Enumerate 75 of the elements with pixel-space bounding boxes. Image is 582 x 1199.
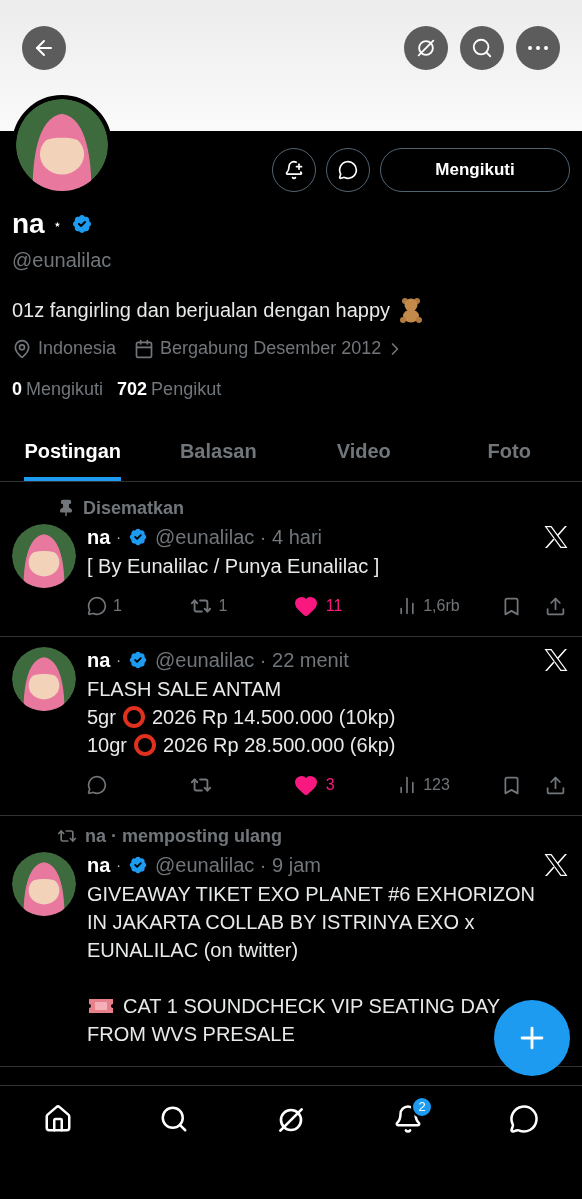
notification-badge: 2	[411, 1096, 433, 1118]
post-text-line: CAT 1 SOUNDCHECK VIP SEATING DAY	[123, 994, 501, 1019]
name-mark: ⋆	[52, 214, 62, 234]
notifications-icon[interactable]	[393, 1104, 423, 1134]
view-count: 123	[423, 775, 450, 795]
post-meta: @eunalilac · 9 jam	[155, 853, 321, 878]
search-button[interactable]	[460, 26, 504, 70]
followers-count[interactable]: 702	[117, 376, 148, 403]
home-icon[interactable]	[43, 1104, 73, 1134]
x-logo-icon	[544, 526, 568, 548]
profile-joined: Bergabung Desember 2012	[160, 337, 382, 360]
post-context: Disematkan	[83, 496, 185, 520]
name-mark: ·	[116, 855, 121, 875]
back-button[interactable]	[22, 26, 66, 70]
share-icon[interactable]	[544, 774, 566, 796]
teddy-bear-icon	[398, 297, 425, 323]
like-count: 3	[325, 775, 335, 795]
post-author-name: na	[87, 648, 111, 673]
post-text-line: 10gr	[87, 733, 128, 758]
search-icon[interactable]	[159, 1104, 189, 1134]
profile-name: na	[12, 207, 45, 241]
message-icon	[338, 160, 358, 180]
bell-plus-icon	[284, 160, 304, 180]
grok-icon	[415, 37, 437, 59]
like-count: 11	[325, 596, 343, 616]
grok-button[interactable]	[404, 26, 448, 70]
post-text-line: IN JAKARTA COLLAB BY ISTRINYA EXO x	[87, 910, 475, 935]
following-count[interactable]: 0	[12, 376, 22, 403]
share-icon[interactable]	[544, 595, 566, 617]
following-label[interactable]: Mengikuti	[26, 376, 104, 403]
post-text-line: 2026 Rp 28.500.000 (6kp)	[163, 733, 396, 758]
repost-count: 1	[218, 596, 228, 616]
followers-label[interactable]: Pengikut	[151, 376, 222, 403]
profile-tab[interactable]: Postingan	[24, 425, 122, 481]
calendar-icon	[134, 338, 155, 359]
name-mark: ·	[116, 650, 121, 670]
post-text-line: 2026 Rp 14.500.000 (10kp)	[151, 705, 396, 730]
post-text-line: 5gr	[87, 705, 116, 730]
profile-bio: 01z fangirling dan berjualan dengan happy	[12, 298, 391, 323]
post-text-line: FROM WVS PRESALE	[87, 1022, 295, 1047]
profile-handle: @eunalilac	[12, 248, 113, 273]
view-count: 1,6rb	[423, 596, 460, 616]
ring-icon	[121, 705, 146, 729]
ticket-icon	[87, 996, 115, 1016]
more-button[interactable]	[516, 26, 560, 70]
search-icon	[471, 37, 493, 59]
messages-icon[interactable]	[509, 1104, 539, 1134]
name-mark: ·	[116, 527, 121, 547]
post-author-name: na	[87, 853, 111, 878]
profile-tab[interactable]: Balasan	[179, 425, 257, 481]
ring-icon	[133, 733, 158, 757]
avatar	[12, 852, 76, 916]
post-text-line: GIVEAWAY TIKET EXO PLANET #6 EXHORIZON	[87, 882, 535, 907]
reply-icon[interactable]	[87, 596, 107, 616]
like-icon[interactable]	[293, 594, 318, 618]
pin-icon	[57, 499, 75, 517]
post-text-line: FLASH SALE ANTAM	[87, 677, 282, 702]
x-logo-icon	[544, 649, 568, 671]
reply-icon[interactable]	[87, 775, 107, 795]
avatar	[12, 647, 76, 711]
x-logo-icon	[544, 854, 568, 876]
post-context: na · memposting ulang	[85, 824, 282, 848]
profile-tab[interactable]: Video	[336, 425, 391, 481]
avatar	[12, 524, 76, 588]
post-author-name: na	[87, 525, 111, 550]
post-text-line: [ By Eunalilac / Punya Eunalilac ]	[87, 554, 380, 579]
profile-tab[interactable]: Foto	[487, 425, 531, 481]
post-meta: @eunalilac · 4 hari	[155, 525, 323, 550]
more-icon	[528, 46, 548, 50]
reply-count: 1	[113, 596, 122, 616]
profile-location: Indonesia	[38, 337, 117, 360]
location-icon	[12, 338, 32, 359]
like-icon[interactable]	[293, 773, 318, 797]
post-meta: @eunalilac · 22 menit	[155, 648, 349, 673]
post-text-line: EUNALILAC (on twitter)	[87, 938, 299, 963]
